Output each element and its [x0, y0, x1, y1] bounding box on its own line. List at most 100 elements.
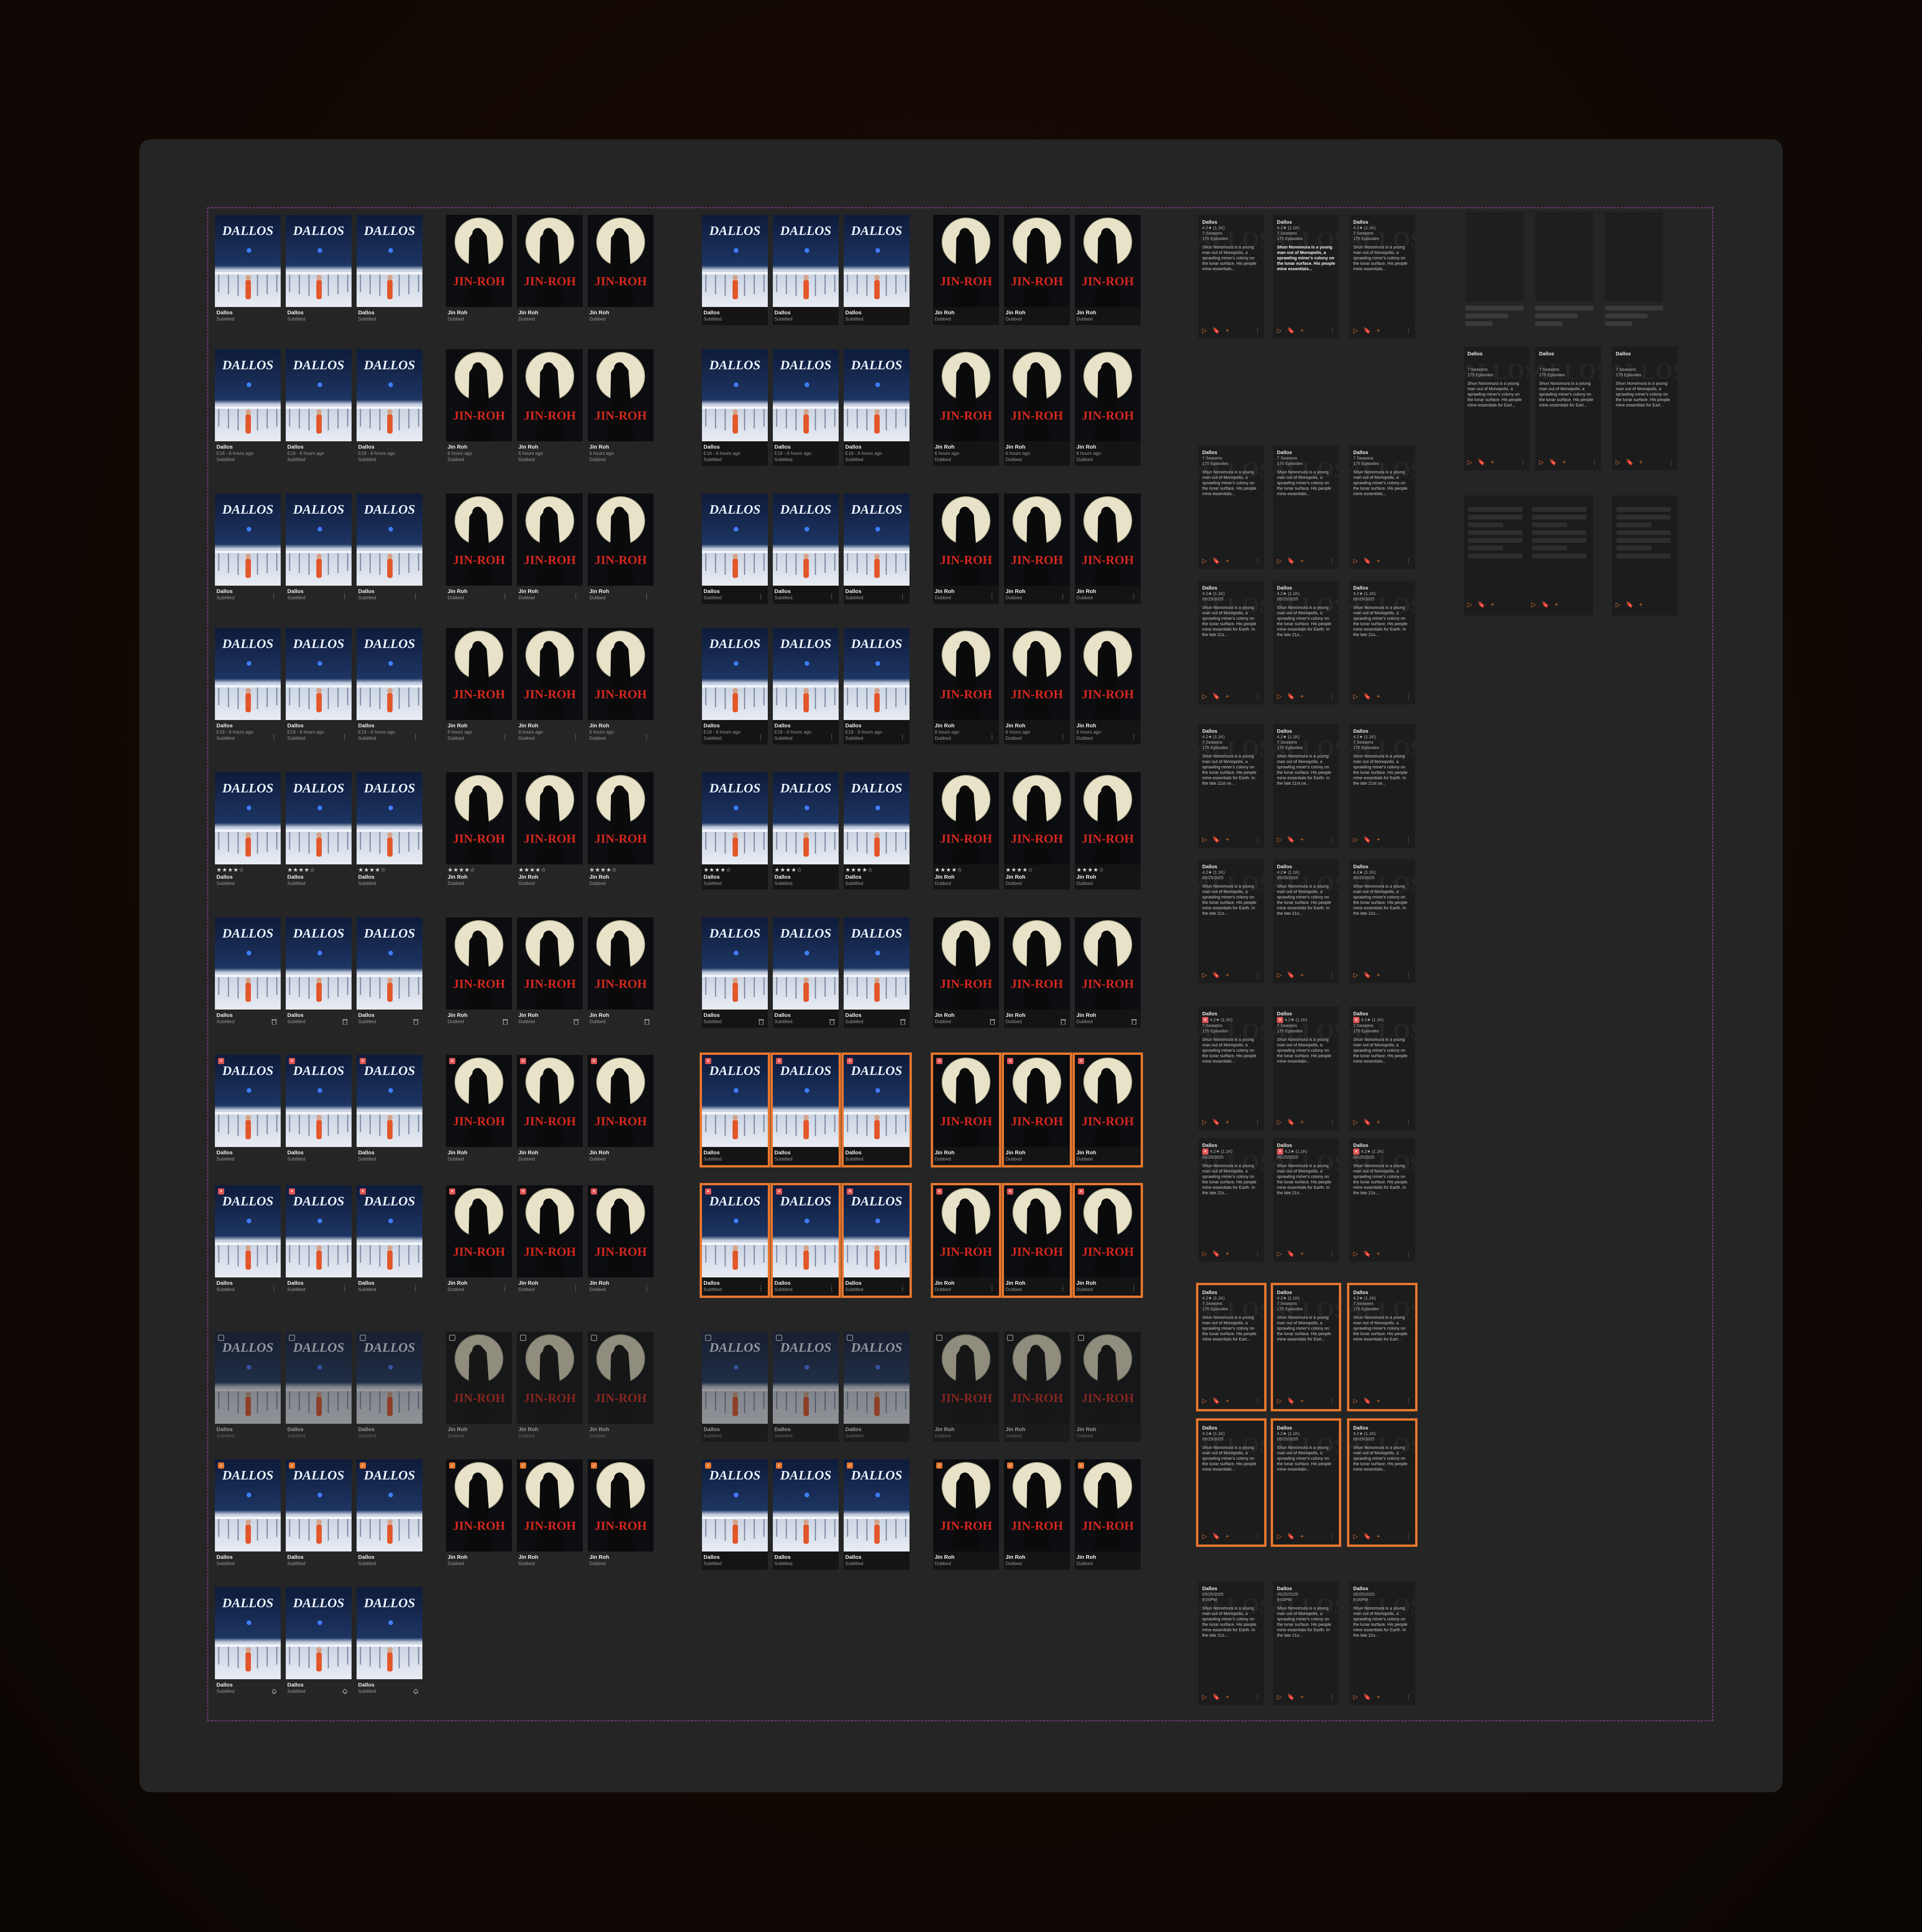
play-icon[interactable]: ▷: [1202, 558, 1207, 564]
more-options-icon[interactable]: ⋮: [1131, 594, 1137, 600]
plus-icon[interactable]: +: [1300, 1398, 1304, 1404]
plus-icon[interactable]: +: [1491, 459, 1494, 466]
more-options-icon[interactable]: ⋮: [1255, 1398, 1260, 1404]
title-card[interactable]: DALLOS ✕ Dallos Subtitled: [215, 1055, 281, 1165]
title-card[interactable]: JIN-ROH ✓ Jin Roh Dubbed: [517, 1459, 583, 1570]
play-icon[interactable]: ▷: [1353, 972, 1358, 979]
bookmark-icon[interactable]: 🔖: [1287, 693, 1295, 700]
remove-badge-icon[interactable]: ✕: [218, 1188, 224, 1195]
plus-icon[interactable]: +: [1562, 459, 1566, 466]
bookmark-icon[interactable]: 🔖: [1287, 1119, 1295, 1126]
hover-card[interactable]: DALLOSDallos✕4.2★ (1.1K)05/25/2025Shun N…: [1349, 1138, 1415, 1262]
play-icon[interactable]: ▷: [1353, 1119, 1358, 1126]
hover-card[interactable]: DALLOSDallos4.2★ (1.1K)05/25/2025Shun No…: [1349, 581, 1415, 705]
trash-icon[interactable]: [900, 1018, 906, 1025]
more-options-icon[interactable]: ⋮: [271, 734, 277, 741]
title-card[interactable]: DALLOS Dallos Subtitled: [357, 917, 422, 1028]
title-card[interactable]: JIN-ROH ✕ Jin Roh Dubbed: [1002, 1053, 1072, 1167]
hover-card[interactable]: DALLOSDallos4.2★ (1.1K)05/25/2025Shun No…: [1196, 1418, 1266, 1547]
plus-icon[interactable]: +: [1300, 1119, 1304, 1126]
bookmark-icon[interactable]: 🔖: [1363, 1533, 1371, 1540]
hover-card[interactable]: DALLOSDallos4.2★ (1.1K)7 Seasons175 Epis…: [1196, 1283, 1266, 1411]
hover-card-compact[interactable]: DALLOSDallos7 Seasons175 EpisodesShun No…: [1612, 346, 1678, 470]
plus-icon[interactable]: +: [1376, 1119, 1380, 1126]
more-options-icon[interactable]: ⋮: [412, 734, 419, 741]
plus-icon[interactable]: +: [1225, 1251, 1229, 1257]
title-card[interactable]: JIN-ROH Jin Roh Dubbed: [588, 215, 654, 325]
plus-icon[interactable]: +: [1225, 327, 1229, 334]
bell-icon[interactable]: [271, 1688, 277, 1694]
plus-icon[interactable]: +: [1376, 1251, 1380, 1257]
title-card[interactable]: DALLOS Dallos E18 - 6 hours ago Subtitled: [357, 349, 422, 466]
more-options-icon[interactable]: ⋮: [758, 734, 764, 741]
title-card[interactable]: JIN-ROH Jin Roh Dubbed: [517, 917, 583, 1028]
bookmark-icon[interactable]: 🔖: [1287, 1694, 1295, 1701]
trash-icon[interactable]: [342, 1018, 348, 1025]
title-card[interactable]: JIN-ROH ✓ Jin Roh Dubbed: [933, 1459, 999, 1570]
select-checkbox-checked[interactable]: ✓: [1078, 1462, 1084, 1469]
more-options-icon[interactable]: ⋮: [758, 594, 764, 600]
more-options-icon[interactable]: ⋮: [1406, 1119, 1411, 1126]
title-card[interactable]: DALLOS Dallos Subtitled: [844, 917, 910, 1028]
bookmark-icon[interactable]: 🔖: [1541, 602, 1549, 608]
play-icon[interactable]: ▷: [1277, 327, 1282, 334]
title-card[interactable]: DALLOS ★★★★☆ Dallos Subtitled: [702, 772, 768, 890]
remove-badge-icon[interactable]: ✕: [520, 1058, 526, 1064]
trash-icon[interactable]: [829, 1018, 835, 1025]
remove-badge-icon[interactable]: ✕: [847, 1058, 853, 1064]
more-options-icon[interactable]: ⋮: [1330, 1694, 1335, 1701]
bookmark-icon[interactable]: 🔖: [1212, 972, 1220, 979]
title-card[interactable]: JIN-ROH Jin Roh 6 hours ago Dubbed: [446, 349, 512, 466]
title-card[interactable]: DALLOS Dallos Subtitled: [215, 1587, 281, 1697]
play-icon[interactable]: ▷: [1531, 602, 1536, 608]
hover-card[interactable]: DALLOSDallos4.2★ (1.1K)05/25/2025Shun No…: [1349, 859, 1415, 983]
hover-card-compact[interactable]: DALLOSDallos7 Seasons175 EpisodesShun No…: [1535, 346, 1601, 470]
hover-card[interactable]: DALLOSDallos4.2★ (1.1K)7 Seasons175 Epis…: [1349, 215, 1415, 339]
title-card[interactable]: JIN-ROH ✕ Jin Roh Dubbed: [931, 1053, 1001, 1167]
select-checkbox[interactable]: [847, 1335, 853, 1341]
play-icon[interactable]: ▷: [1202, 1533, 1207, 1540]
select-checkbox[interactable]: [360, 1335, 366, 1341]
more-options-icon[interactable]: ⋮: [644, 734, 650, 741]
remove-badge-icon[interactable]: ✕: [591, 1058, 597, 1064]
plus-icon[interactable]: +: [1376, 558, 1380, 564]
select-checkbox[interactable]: [289, 1335, 295, 1341]
trash-icon[interactable]: [573, 1018, 579, 1025]
title-card[interactable]: DALLOS Dallos Subtitled: [286, 917, 352, 1028]
bookmark-icon[interactable]: 🔖: [1287, 327, 1295, 334]
select-checkbox[interactable]: [591, 1335, 597, 1341]
select-checkbox[interactable]: [218, 1335, 224, 1341]
title-card[interactable]: JIN-ROH Jin Roh Dubbed ⋮: [588, 494, 654, 604]
hover-card[interactable]: DALLOSDallos4.2★ (1.1K)05/25/2025Shun No…: [1198, 581, 1264, 705]
more-options-icon[interactable]: ⋮: [989, 734, 995, 741]
title-card[interactable]: DALLOS Dallos E18 - 6 hours ago Subtitled ⋮: [702, 628, 768, 744]
title-card[interactable]: JIN-ROH ✕ Jin Roh Dubbed: [588, 1055, 654, 1165]
title-card[interactable]: DALLOS ★★★★☆ Dallos Subtitled: [215, 772, 281, 890]
title-card[interactable]: DALLOS Dallos Subtitled: [215, 215, 281, 325]
bell-icon[interactable]: [342, 1688, 348, 1694]
title-card[interactable]: DALLOS Dallos E18 - 6 hours ago Subtitled ⋮: [357, 628, 422, 744]
title-card[interactable]: JIN-ROH ★★★★☆ Jin Roh Dubbed: [446, 772, 512, 890]
select-checkbox-checked[interactable]: ✓: [1007, 1462, 1013, 1469]
bookmark-icon[interactable]: 🔖: [1363, 693, 1371, 700]
title-card[interactable]: DALLOS ✕ Dallos Subtitled ⋮: [700, 1183, 770, 1298]
select-checkbox[interactable]: [936, 1335, 942, 1341]
more-options-icon[interactable]: ⋮: [1330, 327, 1335, 334]
plus-icon[interactable]: +: [1376, 327, 1380, 334]
bookmark-icon[interactable]: 🔖: [1363, 1694, 1371, 1701]
plus-icon[interactable]: +: [1225, 1694, 1229, 1701]
more-options-icon[interactable]: ⋮: [1131, 1286, 1137, 1292]
title-card[interactable]: DALLOS Dallos Subtitled: [286, 1587, 352, 1697]
hover-card[interactable]: DALLOSDallos4.2★ (1.1K)7 Seasons175 Epis…: [1347, 1283, 1417, 1411]
more-options-icon[interactable]: ⋮: [1255, 693, 1260, 700]
play-icon[interactable]: ▷: [1353, 1398, 1358, 1404]
more-options-icon[interactable]: ⋮: [1406, 1533, 1411, 1540]
more-options-icon[interactable]: ⋮: [412, 594, 419, 600]
more-options-icon[interactable]: ⋮: [1255, 558, 1260, 564]
bookmark-icon[interactable]: 🔖: [1212, 558, 1220, 564]
title-card[interactable]: JIN-ROH Jin Roh Dubbed: [1004, 1332, 1070, 1442]
remove-badge-icon[interactable]: ✕: [218, 1058, 224, 1064]
title-card[interactable]: JIN-ROH ✕ Jin Roh Dubbed ⋮: [931, 1183, 1001, 1298]
play-icon[interactable]: ▷: [1277, 837, 1282, 843]
play-icon[interactable]: ▷: [1277, 1694, 1282, 1701]
